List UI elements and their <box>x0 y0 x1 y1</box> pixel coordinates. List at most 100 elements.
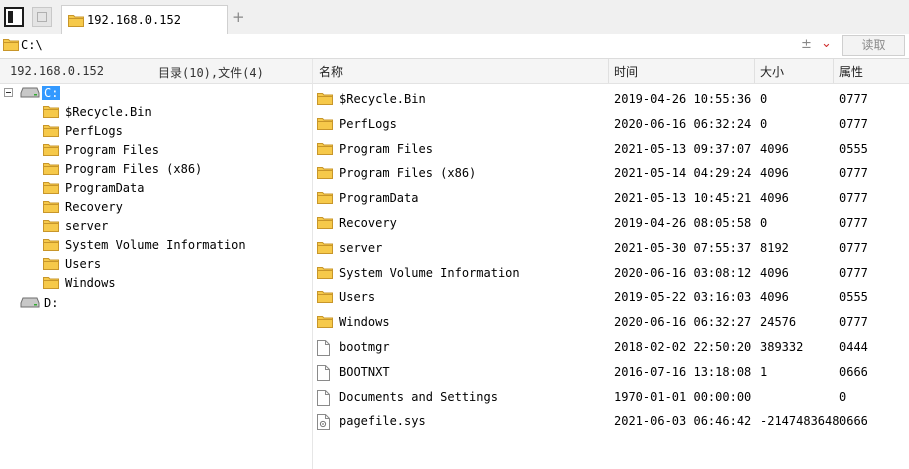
file-row[interactable]: Documents and Settings 1970-01-01 00:00:0… <box>313 385 909 409</box>
file-name: pagefile.sys <box>339 414 426 429</box>
file-row[interactable]: Recovery 2019-04-26 08:05:58 0 0777 <box>313 211 909 235</box>
collapse-icon[interactable] <box>4 88 13 97</box>
tree-drive-label[interactable]: D: <box>42 296 60 310</box>
file-attr: 0555 <box>839 141 868 156</box>
file-row[interactable]: PerfLogs 2020-06-16 06:32:24 0 0777 <box>313 112 909 136</box>
file-name: ProgramData <box>339 191 419 206</box>
file-row[interactable]: bootmgr 2018-02-02 22:50:20 389332 0444 <box>313 335 909 359</box>
file-name: Windows <box>339 315 390 330</box>
system-file-icon <box>317 414 330 431</box>
drive-icon <box>20 297 40 308</box>
file-time: 2021-06-03 06:46:42 <box>614 414 752 429</box>
column-divider[interactable] <box>754 59 755 83</box>
column-name-header[interactable]: 名称 <box>319 63 343 80</box>
file-size: 0 <box>760 116 768 131</box>
file-time: 2018-02-02 22:50:20 <box>614 340 752 354</box>
file-time: 2016-07-16 13:18:08 <box>614 364 752 379</box>
tab-label: 192.168.0.152 <box>87 13 181 27</box>
file-icon <box>317 389 330 406</box>
folder-icon <box>317 117 333 130</box>
tree-folder-item[interactable]: Users <box>0 255 310 274</box>
plus-minus-icon[interactable]: ± <box>801 37 812 52</box>
tree-folder-label: Program Files (x86) <box>65 162 203 176</box>
tree-drive-c[interactable]: C: <box>0 84 310 103</box>
add-tab-button[interactable]: + <box>232 8 245 26</box>
file-size: 4096 <box>760 166 789 181</box>
file-list-header: 名称 时间 大小 属性 <box>313 59 909 84</box>
column-attr-header[interactable]: 属性 <box>839 63 863 80</box>
file-time: 2020-06-16 06:32:24 <box>614 116 752 131</box>
file-name: Program Files (x86) <box>339 166 477 181</box>
file-size: 0 <box>760 216 768 230</box>
folder-icon <box>43 200 59 213</box>
file-size: 389332 <box>760 340 804 354</box>
path-input[interactable]: C:\ <box>21 38 43 52</box>
folder-icon <box>317 216 333 229</box>
folder-icon <box>43 181 59 194</box>
file-size: 8192 <box>760 240 789 255</box>
file-size: 1 <box>760 364 768 379</box>
chevron-down-icon[interactable]: ⌄ <box>821 36 832 51</box>
folder-icon <box>317 191 333 205</box>
file-size: -2147483648 <box>760 414 840 429</box>
folder-icon <box>317 92 333 105</box>
tree-folder-item[interactable]: Program Files (x86) <box>0 160 310 179</box>
folder-icon <box>317 290 333 304</box>
file-attr: 0666 <box>839 364 868 379</box>
file-row[interactable]: server 2021-05-30 07:55:37 8192 0777 <box>313 236 909 260</box>
tree-folder-label: System Volume Information <box>65 238 246 252</box>
tree-folder-item[interactable]: $Recycle.Bin <box>0 103 310 122</box>
file-time: 2019-04-26 08:05:58 <box>614 216 752 230</box>
folder-icon <box>43 219 59 232</box>
file-name: bootmgr <box>339 340 390 354</box>
tree-folder-label: PerfLogs <box>65 124 123 138</box>
tree-folder-label: Users <box>65 257 102 271</box>
file-row[interactable]: Program Files 2021-05-13 09:37:07 4096 0555 <box>313 137 909 161</box>
column-divider[interactable] <box>833 59 834 83</box>
tree-folder-item[interactable]: Windows <box>0 274 310 293</box>
file-name: Program Files <box>339 141 433 156</box>
address-bar: C:\ ± ⌄ 读取 <box>0 34 909 59</box>
file-row[interactable]: pagefile.sys 2021-06-03 06:46:42 -21474836… <box>313 409 909 433</box>
file-row[interactable]: $Recycle.Bin 2019-04-26 10:55:36 0 0777 <box>313 87 909 111</box>
tab-connection[interactable]: 192.168.0.152 <box>61 5 228 34</box>
tree-folder-item[interactable]: System Volume Information <box>0 236 310 255</box>
file-name: PerfLogs <box>339 116 397 131</box>
tree-folder-item[interactable]: PerfLogs <box>0 122 310 141</box>
file-row[interactable]: BOOTNXT 2016-07-16 13:18:08 1 0666 <box>313 360 909 384</box>
folder-icon <box>68 15 84 27</box>
panel-toggle-button[interactable] <box>4 7 24 27</box>
tree-folder-item[interactable]: Recovery <box>0 198 310 217</box>
file-row[interactable]: ProgramData 2021-05-13 10:45:21 4096 0777 <box>313 186 909 210</box>
folder-icon <box>43 124 59 137</box>
tree-drive-label[interactable]: C: <box>42 86 61 100</box>
file-attr: 0777 <box>839 315 868 330</box>
file-row[interactable]: Users 2019-05-22 03:16:03 4096 0555 <box>313 285 909 309</box>
file-time: 2021-05-14 04:29:24 <box>614 166 752 181</box>
folder-icon <box>317 166 333 180</box>
tree-folder-item[interactable]: ProgramData <box>0 179 310 198</box>
file-name: BOOTNXT <box>339 364 390 379</box>
folder-icon <box>43 238 59 251</box>
file-size: 0 <box>760 92 768 106</box>
tree-folder-label: server <box>65 219 109 233</box>
file-row[interactable]: Windows 2020-06-16 06:32:27 24576 0777 <box>313 310 909 334</box>
folder-icon <box>317 315 333 329</box>
folder-icon <box>3 39 19 51</box>
file-time: 2019-04-26 10:55:36 <box>614 92 752 106</box>
file-size: 4096 <box>760 191 789 206</box>
file-row[interactable]: System Volume Information 2020-06-16 03:0… <box>313 261 909 285</box>
tree-drive-d[interactable]: D: <box>0 294 310 313</box>
tree-folder-item[interactable]: Program Files <box>0 141 310 160</box>
column-divider[interactable] <box>608 59 609 83</box>
window-button[interactable] <box>32 7 52 27</box>
column-time-header[interactable]: 时间 <box>614 63 638 80</box>
folder-icon <box>43 276 59 289</box>
file-attr: 0777 <box>839 191 868 206</box>
folder-icon <box>317 266 333 279</box>
column-size-header[interactable]: 大小 <box>760 63 784 80</box>
tree-folder-item[interactable]: server <box>0 217 310 236</box>
read-button[interactable]: 读取 <box>842 35 905 56</box>
file-row[interactable]: Program Files (x86) 2021-05-14 04:29:24 40… <box>313 161 909 185</box>
host-label: 192.168.0.152 <box>10 64 104 78</box>
